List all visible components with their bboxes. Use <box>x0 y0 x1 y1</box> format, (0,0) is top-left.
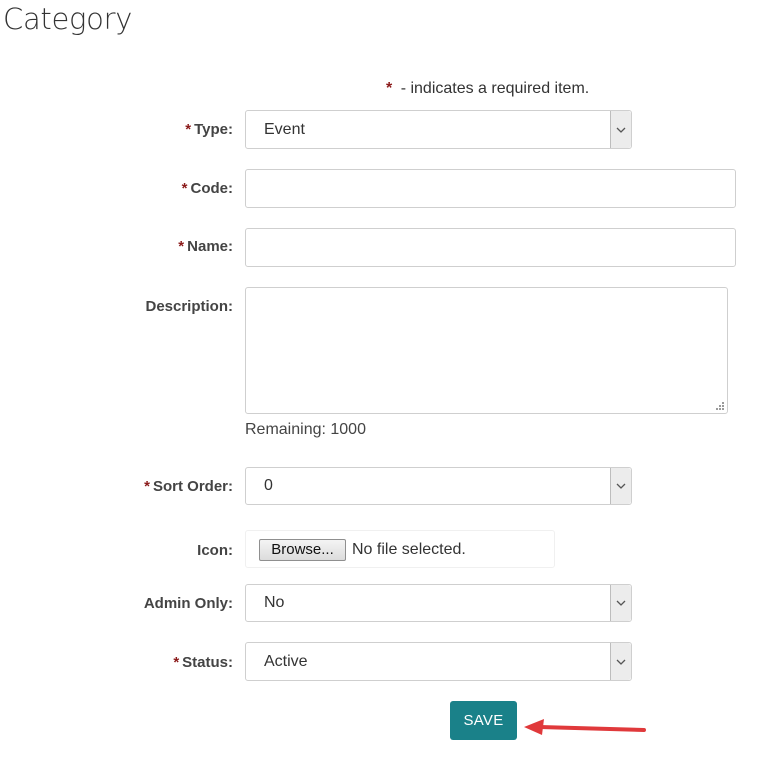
name-label-text: Name: <box>187 238 233 255</box>
type-select[interactable]: Event <box>245 110 632 149</box>
description-label-text: Description: <box>145 298 233 315</box>
chevron-down-icon[interactable] <box>610 643 631 680</box>
browse-button[interactable]: Browse... <box>259 539 346 561</box>
status-label-text: Status: <box>182 654 233 671</box>
status-select-value: Active <box>264 652 308 670</box>
required-star: * <box>173 654 180 671</box>
chevron-down-icon[interactable] <box>610 468 631 504</box>
name-label: * Name: <box>178 238 233 255</box>
code-input[interactable] <box>245 169 736 208</box>
sort-order-select-value: 0 <box>264 477 273 494</box>
required-legend-text: - indicates a required item. <box>400 80 590 97</box>
arrow-left-icon <box>524 719 646 735</box>
save-button[interactable]: SAVE <box>450 701 517 740</box>
chevron-down-icon[interactable] <box>610 585 631 621</box>
required-star: * <box>185 121 192 138</box>
icon-file-input[interactable]: Browse... No file selected. <box>245 530 555 568</box>
admin-only-select-value: No <box>264 594 285 611</box>
required-star: * <box>144 478 150 495</box>
sort-order-select[interactable]: 0 <box>245 467 632 505</box>
file-status-text: No file selected. <box>352 541 466 558</box>
admin-only-select[interactable]: No <box>245 584 632 622</box>
required-star: * <box>178 238 185 255</box>
code-label: * Code: <box>182 180 233 197</box>
status-select[interactable]: Active <box>245 642 632 681</box>
required-star: * <box>181 180 188 197</box>
description-label: Description: <box>145 298 233 315</box>
name-input[interactable] <box>245 228 736 267</box>
icon-label-text: Icon: <box>197 542 233 559</box>
icon-label: Icon: <box>197 542 233 559</box>
required-star: * <box>386 80 393 97</box>
chevron-down-icon[interactable] <box>610 111 631 148</box>
sort-order-label: * Sort Order: <box>144 478 233 495</box>
description-textarea[interactable] <box>245 287 728 414</box>
description-remaining-count: Remaining: 1000 <box>245 421 366 438</box>
status-label: * Status: <box>173 654 233 671</box>
page-title: Category <box>3 2 133 36</box>
resize-grip-icon[interactable] <box>715 401 724 410</box>
type-label: * Type: <box>185 121 233 138</box>
admin-only-label: Admin Only: <box>144 595 233 612</box>
required-legend: * - indicates a required item. <box>386 80 589 98</box>
code-label-text: Code: <box>190 180 234 197</box>
type-select-value: Event <box>264 120 305 138</box>
admin-only-label-text: Admin Only: <box>143 595 233 612</box>
sort-order-label-text: Sort Order: <box>152 478 233 495</box>
type-label-text: Type: <box>194 121 233 138</box>
